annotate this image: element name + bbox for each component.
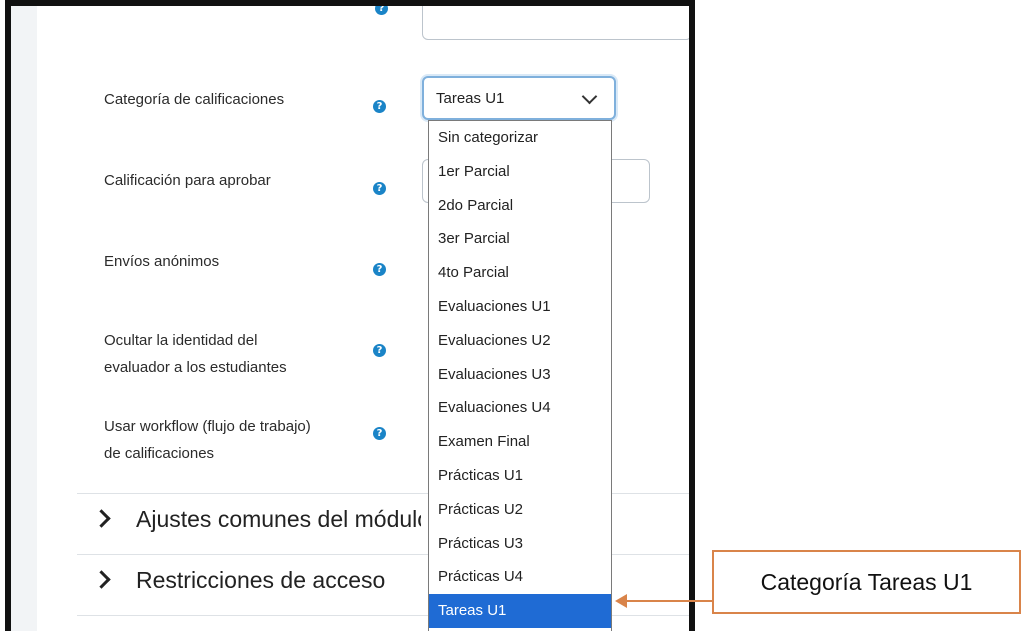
- section-common-settings[interactable]: Ajustes comunes del módulo: [136, 506, 421, 533]
- help-icon[interactable]: ?: [373, 263, 386, 276]
- hide-grader-label-line1: Ocultar la identidad del: [104, 332, 258, 349]
- grade-category-select[interactable]: Tareas U1: [422, 76, 616, 120]
- annotation-callout: Categoría Tareas U1: [712, 550, 1021, 614]
- dropdown-option[interactable]: Examen Final: [429, 425, 611, 459]
- dropdown-option[interactable]: Evaluaciones U4: [429, 391, 611, 425]
- dropdown-option[interactable]: 4to Parcial: [429, 256, 611, 290]
- dropdown-option[interactable]: Evaluaciones U3: [429, 358, 611, 392]
- dropdown-option[interactable]: 3er Parcial: [429, 222, 611, 256]
- dropdown-option-selected[interactable]: Tareas U1: [429, 594, 611, 628]
- previous-field[interactable]: [422, 6, 689, 40]
- help-icon[interactable]: ?: [373, 427, 386, 440]
- workflow-label-line1: Usar workflow (flujo de trabajo): [104, 418, 311, 435]
- chevron-right-icon[interactable]: [92, 570, 111, 589]
- help-icon[interactable]: ?: [373, 344, 386, 357]
- left-margin: [11, 6, 37, 631]
- help-icon[interactable]: ?: [373, 182, 386, 195]
- dropdown-option[interactable]: Evaluaciones U1: [429, 290, 611, 324]
- screenshot-frame: ? Categoría de calificaciones ? Tareas U…: [5, 0, 695, 631]
- grade-category-select-value: Tareas U1: [436, 90, 505, 107]
- help-icon[interactable]: ?: [375, 6, 388, 15]
- grade-category-label: Categoría de calificaciones: [104, 91, 285, 108]
- grade-to-pass-label: Calificación para aprobar: [104, 172, 271, 189]
- dropdown-option[interactable]: Prácticas U3: [429, 527, 611, 561]
- annotation-callout-text: Categoría Tareas U1: [760, 568, 973, 595]
- dropdown-option[interactable]: Prácticas U2: [429, 493, 611, 527]
- section-access-restrictions[interactable]: Restricciones de acceso: [136, 567, 385, 594]
- chevron-down-icon: [581, 88, 598, 105]
- dropdown-option[interactable]: Prácticas U4: [429, 560, 611, 594]
- dropdown-option[interactable]: 1er Parcial: [429, 155, 611, 189]
- anonymous-submissions-label: Envíos anónimos: [104, 253, 220, 270]
- grade-category-dropdown-list: Sin categorizar 1er Parcial 2do Parcial …: [428, 120, 612, 631]
- workflow-label-line2: de calificaciones: [104, 445, 215, 462]
- chevron-right-icon[interactable]: [92, 509, 111, 528]
- annotation-arrow-head: [615, 594, 627, 608]
- hide-grader-label-line2: evaluador a los estudiantes: [104, 359, 287, 376]
- help-icon[interactable]: ?: [373, 100, 386, 113]
- annotation-arrow-line: [626, 600, 714, 602]
- dropdown-option[interactable]: 2do Parcial: [429, 189, 611, 223]
- dropdown-option[interactable]: Evaluaciones U2: [429, 324, 611, 358]
- dropdown-option[interactable]: Prácticas U1: [429, 459, 611, 493]
- dropdown-option[interactable]: Sin categorizar: [429, 121, 611, 155]
